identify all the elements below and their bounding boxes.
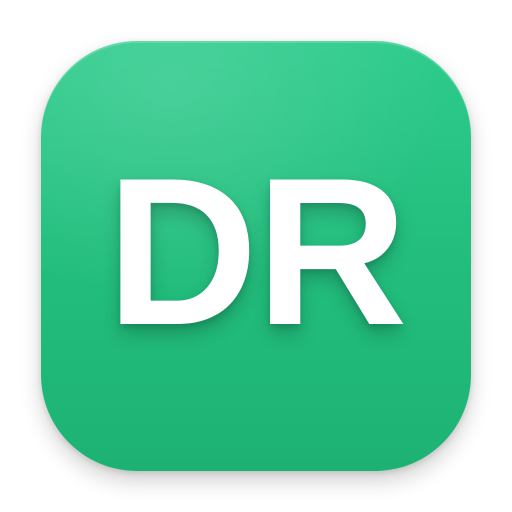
- monogram-text: DR: [106, 134, 407, 369]
- icon-canvas: DR: [0, 0, 512, 512]
- app-icon[interactable]: DR: [41, 41, 471, 471]
